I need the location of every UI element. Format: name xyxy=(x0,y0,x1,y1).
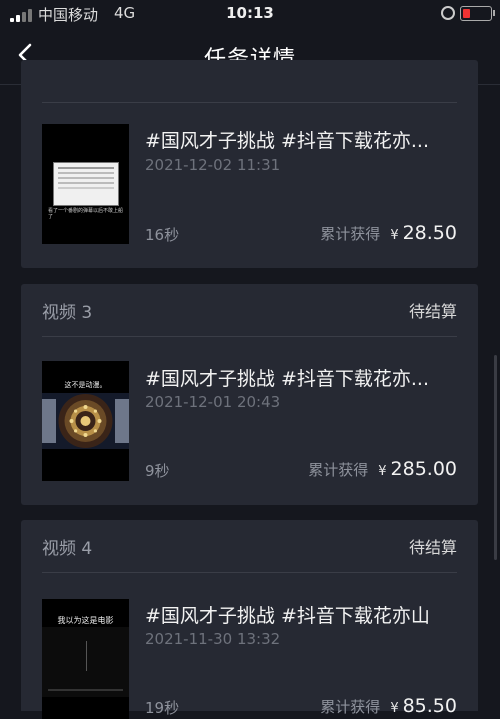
video-title: #国风才子挑战 #抖音下载花亦... xyxy=(145,130,429,152)
earnings: 累计获得 ¥ 28.50 xyxy=(320,222,457,244)
card-header: 视频 4 待结算 xyxy=(42,520,457,573)
video-frame xyxy=(42,627,129,697)
screenshot-graphic xyxy=(53,162,119,206)
earnings-amount: 28.50 xyxy=(402,222,457,244)
status-bar: 中国移动 4G 10:13 xyxy=(0,0,500,28)
clock: 10:13 xyxy=(226,4,274,22)
status-badge: 待结算 xyxy=(408,302,457,321)
alarm-icon xyxy=(441,6,455,20)
card-header xyxy=(42,60,457,103)
thumbnail-caption: 我以为这是电影 xyxy=(57,616,114,625)
video-date: 2021-11-30 13:32 xyxy=(145,630,281,648)
mandala-graphic xyxy=(42,393,129,449)
video-date: 2021-12-02 11:31 xyxy=(145,156,281,174)
currency-symbol: ¥ xyxy=(390,701,399,716)
video-card[interactable]: 视频 4 待结算 我以为这是电影 #国风才子挑战 #抖音下载花亦山 2021-1… xyxy=(21,520,478,719)
earnings-amount: 85.50 xyxy=(402,695,457,717)
earnings-label: 累计获得 xyxy=(320,225,381,243)
currency-symbol: ¥ xyxy=(390,228,399,243)
earnings: 累计获得 ¥ 285.00 xyxy=(308,458,457,480)
earnings-amount: 285.00 xyxy=(390,458,457,480)
video-thumbnail[interactable]: 看了一个番剧的弹幕以后不敢上船了 xyxy=(42,124,129,244)
video-thumbnail[interactable]: 我以为这是电影 xyxy=(42,599,129,719)
earnings-label: 累计获得 xyxy=(320,698,381,716)
video-card[interactable]: 看了一个番剧的弹幕以后不敢上船了 #国风才子挑战 #抖音下载花亦... 2021… xyxy=(21,60,478,268)
currency-symbol: ¥ xyxy=(378,464,387,479)
video-duration: 16秒 xyxy=(145,226,180,244)
video-card[interactable]: 视频 3 待结算 这不是动漫。 #国风才子挑战 #抖音下载花亦... 2021-… xyxy=(21,284,478,505)
status-badge: 待结算 xyxy=(408,538,457,557)
video-label: 视频 3 xyxy=(42,303,93,323)
video-duration: 19秒 xyxy=(145,699,180,717)
video-title: #国风才子挑战 #抖音下载花亦... xyxy=(145,368,429,390)
thumbnail-caption: 这不是动漫。 xyxy=(64,381,107,389)
earnings: 累计获得 ¥ 85.50 xyxy=(320,695,457,717)
video-title: #国风才子挑战 #抖音下载花亦山 xyxy=(145,605,430,627)
video-thumbnail[interactable]: 这不是动漫。 xyxy=(42,361,129,481)
video-date: 2021-12-01 20:43 xyxy=(145,393,281,411)
scrollbar[interactable] xyxy=(494,355,497,560)
thumbnail-caption: 看了一个番剧的弹幕以后不敢上船了 xyxy=(48,208,124,220)
card-header: 视频 3 待结算 xyxy=(42,284,457,337)
earnings-label: 累计获得 xyxy=(308,461,369,479)
battery-icon xyxy=(460,6,495,21)
video-label: 视频 4 xyxy=(42,539,93,559)
video-duration: 9秒 xyxy=(145,462,170,480)
